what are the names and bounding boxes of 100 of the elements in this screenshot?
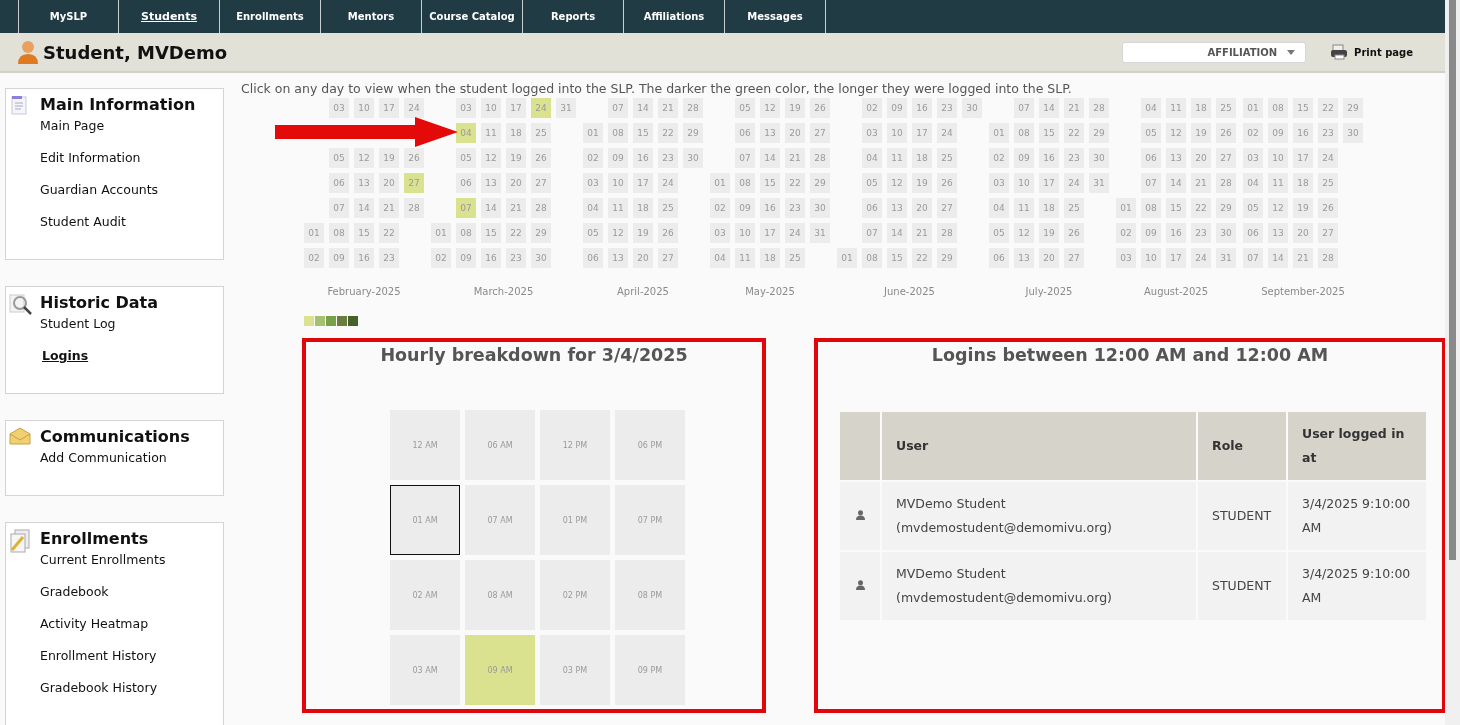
calendar-day[interactable]: 16 [1293, 123, 1313, 143]
calendar-day[interactable]: 06 [989, 248, 1009, 268]
calendar-day[interactable]: 25 [785, 248, 805, 268]
calendar-day[interactable]: 04 [862, 148, 882, 168]
calendar-day[interactable]: 15 [1166, 198, 1186, 218]
calendar-day[interactable]: 28 [404, 198, 424, 218]
calendar-day[interactable]: 05 [1243, 198, 1263, 218]
calendar-day[interactable]: 13 [760, 123, 780, 143]
calendar-day[interactable]: 13 [1166, 148, 1186, 168]
calendar-day[interactable]: 03 [710, 223, 730, 243]
calendar-day[interactable]: 24 [1191, 248, 1211, 268]
calendar-day[interactable]: 04 [1243, 173, 1263, 193]
calendar-day[interactable]: 12 [481, 148, 501, 168]
calendar-day[interactable]: 04 [456, 123, 476, 143]
calendar-day[interactable]: 24 [658, 173, 678, 193]
calendar-day[interactable]: 05 [329, 148, 349, 168]
calendar-day[interactable]: 18 [912, 148, 932, 168]
calendar-day[interactable]: 06 [583, 248, 603, 268]
calendar-day[interactable]: 14 [1166, 173, 1186, 193]
calendar-day[interactable]: 23 [379, 248, 399, 268]
calendar-day[interactable]: 27 [937, 198, 957, 218]
calendar-day[interactable]: 13 [354, 173, 374, 193]
calendar-day[interactable]: 08 [1268, 98, 1288, 118]
calendar-day[interactable]: 03 [329, 98, 349, 118]
calendar-day[interactable]: 13 [887, 198, 907, 218]
calendar-day[interactable]: 03 [989, 173, 1009, 193]
calendar-day[interactable]: 12 [354, 148, 374, 168]
calendar-day[interactable]: 19 [633, 223, 653, 243]
calendar-day[interactable]: 07 [608, 98, 628, 118]
calendar-day[interactable]: 15 [760, 173, 780, 193]
calendar-day[interactable]: 09 [1014, 148, 1034, 168]
calendar-day[interactable]: 10 [887, 123, 907, 143]
calendar-day[interactable]: 29 [1343, 98, 1363, 118]
calendar-day[interactable]: 20 [1039, 248, 1059, 268]
calendar-day[interactable]: 11 [1014, 198, 1034, 218]
calendar-day[interactable]: 05 [735, 98, 755, 118]
calendar-day[interactable]: 07 [862, 223, 882, 243]
calendar-day[interactable]: 31 [810, 223, 830, 243]
calendar-day[interactable]: 26 [937, 173, 957, 193]
calendar-day[interactable]: 28 [683, 98, 703, 118]
calendar-day[interactable]: 25 [1318, 173, 1338, 193]
printer-icon[interactable] [1330, 44, 1349, 60]
calendar-day[interactable]: 27 [1064, 248, 1084, 268]
calendar-day[interactable]: 19 [912, 173, 932, 193]
calendar-day[interactable]: 22 [912, 248, 932, 268]
calendar-day[interactable]: 18 [1039, 198, 1059, 218]
calendar-day[interactable]: 21 [785, 148, 805, 168]
calendar-day[interactable]: 14 [1268, 248, 1288, 268]
hour-cell[interactable]: 12 AM [390, 410, 460, 480]
calendar-day[interactable]: 22 [1064, 123, 1084, 143]
calendar-day[interactable]: 05 [1141, 123, 1161, 143]
calendar-day[interactable]: 13 [608, 248, 628, 268]
calendar-day[interactable]: 10 [354, 98, 374, 118]
calendar-day[interactable]: 22 [506, 223, 526, 243]
calendar-day[interactable]: 04 [1141, 98, 1161, 118]
calendar-day[interactable]: 30 [1216, 223, 1236, 243]
calendar-day[interactable]: 18 [633, 198, 653, 218]
calendar-day[interactable]: 19 [1293, 198, 1313, 218]
calendar-day[interactable]: 15 [1293, 98, 1313, 118]
calendar-day[interactable]: 27 [658, 248, 678, 268]
calendar-day[interactable]: 20 [912, 198, 932, 218]
calendar-day[interactable]: 29 [810, 173, 830, 193]
hour-cell[interactable]: 07 PM [615, 485, 685, 555]
calendar-day[interactable]: 29 [531, 223, 551, 243]
calendar-day[interactable]: 31 [1089, 173, 1109, 193]
calendar-day[interactable]: 30 [1089, 148, 1109, 168]
calendar-day[interactable]: 08 [329, 223, 349, 243]
calendar-day[interactable]: 14 [633, 98, 653, 118]
calendar-day[interactable]: 27 [404, 173, 424, 193]
calendar-day[interactable]: 10 [1268, 148, 1288, 168]
calendar-day[interactable]: 11 [481, 123, 501, 143]
calendar-day[interactable]: 06 [862, 198, 882, 218]
calendar-day[interactable]: 09 [329, 248, 349, 268]
calendar-day[interactable]: 10 [1014, 173, 1034, 193]
calendar-day[interactable]: 20 [1293, 223, 1313, 243]
calendar-day[interactable]: 30 [683, 148, 703, 168]
calendar-day[interactable]: 16 [481, 248, 501, 268]
calendar-day[interactable]: 27 [1216, 148, 1236, 168]
calendar-day[interactable]: 09 [735, 198, 755, 218]
calendar-day[interactable]: 21 [1191, 173, 1211, 193]
calendar-day[interactable]: 07 [735, 148, 755, 168]
calendar-day[interactable]: 01 [837, 248, 857, 268]
calendar-day[interactable]: 11 [608, 198, 628, 218]
calendar-day[interactable]: 24 [1064, 173, 1084, 193]
calendar-day[interactable]: 28 [1318, 248, 1338, 268]
calendar-day[interactable]: 26 [404, 148, 424, 168]
calendar-day[interactable]: 19 [379, 148, 399, 168]
calendar-day[interactable]: 23 [658, 148, 678, 168]
calendar-day[interactable]: 08 [1014, 123, 1034, 143]
calendar-day[interactable]: 14 [481, 198, 501, 218]
calendar-day[interactable]: 24 [404, 98, 424, 118]
sidebar-link[interactable]: Main Page [40, 117, 105, 149]
calendar-day[interactable]: 10 [735, 223, 755, 243]
calendar-day[interactable]: 16 [912, 98, 932, 118]
hour-cell[interactable]: 01 AM [390, 485, 460, 555]
calendar-day[interactable]: 12 [760, 98, 780, 118]
calendar-day[interactable]: 21 [379, 198, 399, 218]
calendar-day[interactable]: 19 [785, 98, 805, 118]
calendar-day[interactable]: 15 [481, 223, 501, 243]
calendar-day[interactable]: 17 [1293, 148, 1313, 168]
